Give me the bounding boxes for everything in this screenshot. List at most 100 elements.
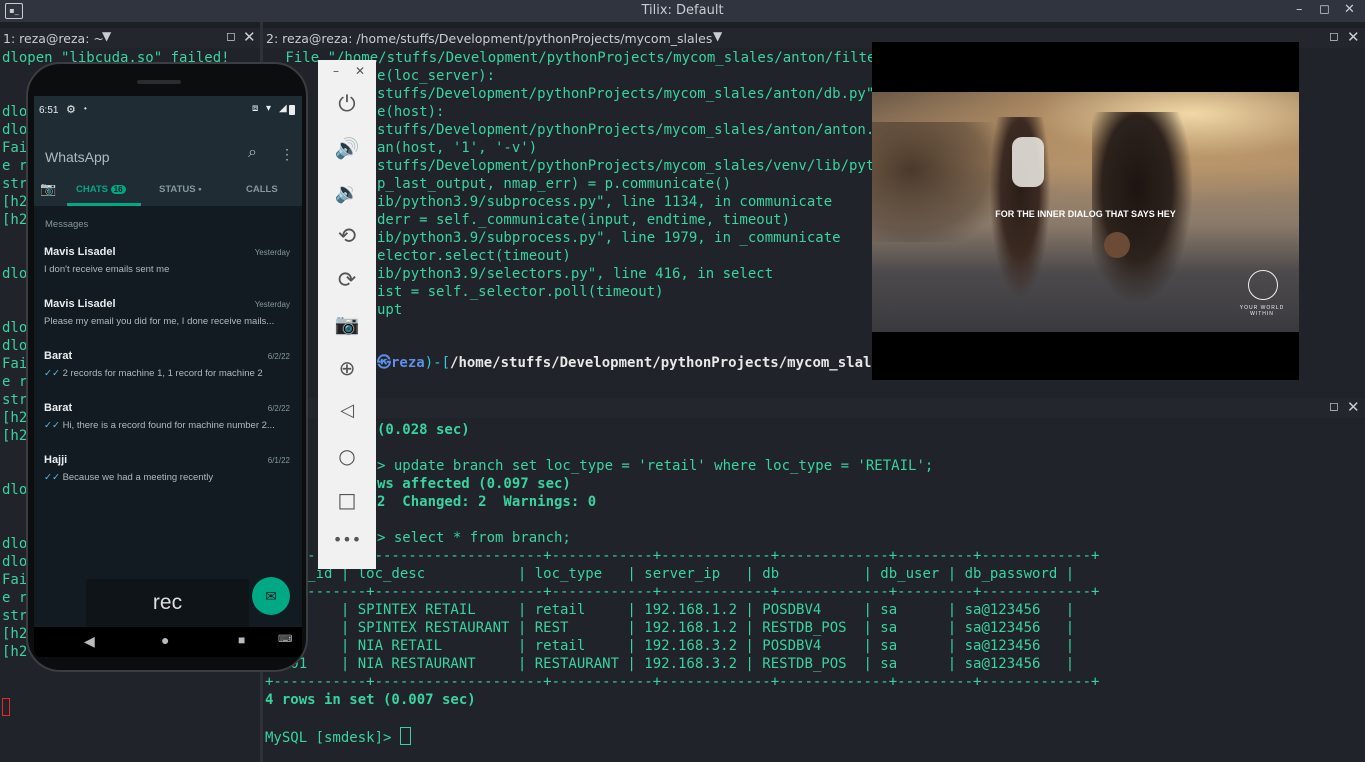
close-pane-icon[interactable]: ✕ [1347, 398, 1360, 416]
minimize-emulator-icon[interactable]: – [326, 64, 346, 78]
chat-preview: I don't receive emails sent me [44, 264, 170, 275]
emulator-toolbar: – ✕ ⏻ 🔊 🔉 ⟲ ⟳ 📷 ⊕ ◁ ○ □ ••• [318, 60, 376, 569]
keyboard-icon[interactable]: ⌨ [278, 634, 292, 645]
table-row: 001 | SPINTEX RETAIL | retail | 192.168.… [265, 602, 1075, 618]
terminal-line: dlo [2, 104, 28, 120]
video-caption: FOR THE INNER DIALOG THAT SAYS HEY [995, 209, 1176, 219]
more-options-icon[interactable]: ⋮ [280, 146, 294, 163]
table-row: | 301 | NIA RESTAURANT | RESTAURANT | 19… [265, 656, 1075, 672]
nav-back-icon[interactable]: ◀ [84, 633, 95, 650]
double-check-icon: ✓✓ [44, 472, 60, 483]
terminal-line: str [2, 176, 28, 192]
minimize-button[interactable]: – [1296, 2, 1303, 17]
nav-home-icon[interactable]: ● [161, 632, 169, 648]
home-icon[interactable]: ○ [318, 444, 376, 468]
rotate-right-icon[interactable]: ⟳ [318, 268, 376, 293]
table-row: 202 | NIA RETAIL | retail | 192.168.3.2 … [265, 638, 1075, 654]
overview-icon[interactable]: □ [318, 488, 376, 512]
camera-icon[interactable]: 📷 [318, 312, 376, 336]
terminal-line: Fai [2, 356, 28, 372]
player-right [1092, 112, 1192, 302]
close-pane-icon[interactable]: ✕ [243, 28, 256, 46]
chat-time: Yesterday [254, 300, 290, 309]
notification-dot-icon: • [84, 104, 87, 113]
chat-list-item[interactable]: Barat 6/2/22 ✓✓ Hi, there is a record foun… [34, 398, 302, 448]
brand-logo [1248, 270, 1278, 300]
left-terminal-title: 1: reza@reza: ~ [3, 31, 104, 46]
volume-up-icon[interactable]: 🔊 [318, 136, 376, 160]
maximize-pane-icon[interactable]: ◻ [226, 29, 236, 43]
maximize-button[interactable]: ◻ [1319, 2, 1330, 17]
chat-list-item[interactable]: Hajji 6/1/22 ✓✓ Because we had a meeting r… [34, 450, 302, 500]
terminal-line: e r [2, 374, 28, 390]
chat-list-item[interactable]: Mavis Lisadel Yesterday I don't receive em… [34, 242, 302, 292]
terminal-line: dlo [2, 122, 28, 138]
signal-icon: ◢ [279, 103, 287, 114]
traceback-line: stuffs/Development/pythonProjects/mycom_… [377, 86, 900, 102]
volume-down-icon[interactable]: 🔉 [318, 180, 376, 204]
tree-silhouette [872, 122, 1002, 242]
power-icon[interactable]: ⏻ [318, 92, 376, 117]
status-time: 6:51 [39, 105, 59, 116]
chat-name: Barat [44, 402, 73, 414]
traceback-line: an(host, '1', '-v') [377, 140, 538, 156]
mysql-terminal[interactable]: (0.028 sec) > update branch set loc_type… [263, 418, 1365, 762]
tab-chats[interactable]: CHATS 16 [76, 184, 126, 195]
mysql-terminal-header: ◻ ✕ [263, 398, 1365, 418]
tab-status[interactable]: STATUS • [159, 184, 202, 195]
traceback-line: ib/python3.9/selectors.py", line 416, in… [377, 266, 774, 282]
search-icon[interactable]: ⌕ [248, 144, 257, 162]
double-check-icon: ✓✓ [44, 420, 60, 431]
back-icon[interactable]: ◁ [318, 400, 376, 421]
chevron-down-icon[interactable]: ▼ [713, 29, 722, 43]
chat-list-item[interactable]: Mavis Lisadel Yesterday Please my email yo… [34, 294, 302, 344]
right-terminal-title: 2: reza@reza: /home/stuffs/Development/p… [266, 31, 713, 46]
chat-list-item[interactable]: Barat 6/2/22 ✓✓ 2 records for machine 1, 1… [34, 346, 302, 396]
chevron-down-icon[interactable]: ▼ [102, 29, 111, 43]
terminal-line: e r [2, 158, 28, 174]
traceback-line: ist = self._selector.poll(timeout) [377, 284, 664, 300]
camera-tab-icon[interactable]: 📷 [40, 181, 56, 197]
recording-overlay: rec [86, 579, 249, 627]
chat-name: Barat [44, 350, 73, 362]
video-player[interactable]: FOR THE INNER DIALOG THAT SAYS HEY YOUR … [872, 42, 1299, 380]
phone-screen[interactable]: 6:51 ⚙ • ⧈ ▾ ◢ WhatsApp ⌕ ⋮ 📷 CHATS 16 S… [34, 96, 302, 657]
maximize-pane-icon[interactable]: ◻ [1329, 29, 1339, 43]
terminal-line: [h2 [2, 644, 28, 660]
close-window-button[interactable]: ✕ [1344, 2, 1355, 17]
chat-time: Yesterday [254, 248, 290, 257]
more-icon[interactable]: ••• [318, 530, 376, 549]
player-shirt [1012, 137, 1044, 187]
window-title: Tilix: Default [641, 3, 724, 18]
chat-time: 6/1/22 [267, 456, 290, 465]
mysql-line: (0.028 sec) [377, 422, 470, 438]
traceback-line: elector.select(timeout) [377, 248, 571, 264]
mysql-line: 2 Changed: 2 Warnings: 0 [377, 494, 597, 510]
new-chat-button[interactable]: ✉ [252, 577, 290, 615]
chat-preview: ✓✓ Hi, there is a record found for machi… [44, 420, 275, 431]
rotate-left-icon[interactable]: ⟲ [318, 224, 376, 249]
close-emulator-icon[interactable]: ✕ [350, 64, 370, 78]
traceback-line: e(host): [377, 104, 445, 120]
mysql-summary: 4 rows in set (0.007 sec) [265, 692, 476, 708]
terminal-line: e r [2, 590, 28, 606]
mysql-update-cmd: > update branch set loc_type = 'retail' … [377, 458, 934, 474]
close-pane-icon[interactable]: ✕ [1347, 28, 1360, 46]
mysql-select-cmd: > select * from branch; [377, 530, 571, 546]
nav-recents-icon[interactable]: ■ [238, 633, 245, 647]
chat-name: Mavis Lisadel [44, 298, 116, 310]
app-title: WhatsApp [45, 149, 110, 165]
maximize-pane-icon[interactable]: ◻ [1329, 399, 1339, 413]
zoom-icon[interactable]: ⊕ [318, 356, 376, 380]
brand-text: YOUR WORLD WITHIN [1239, 305, 1285, 317]
terminal-line: dlo [2, 482, 28, 498]
traceback-line: e(loc_server): [377, 68, 496, 84]
unread-badge: 16 [110, 185, 126, 194]
table-border: +-----------+--------------------+------… [265, 548, 1100, 564]
active-tab-indicator [67, 203, 141, 206]
chat-time: 6/2/22 [267, 404, 290, 413]
basketball [1104, 232, 1130, 258]
tab-calls[interactable]: CALLS [246, 184, 278, 195]
messages-section-label: Messages [45, 219, 89, 230]
traceback-line: stuffs/Development/pythonProjects/mycom_… [377, 158, 900, 174]
